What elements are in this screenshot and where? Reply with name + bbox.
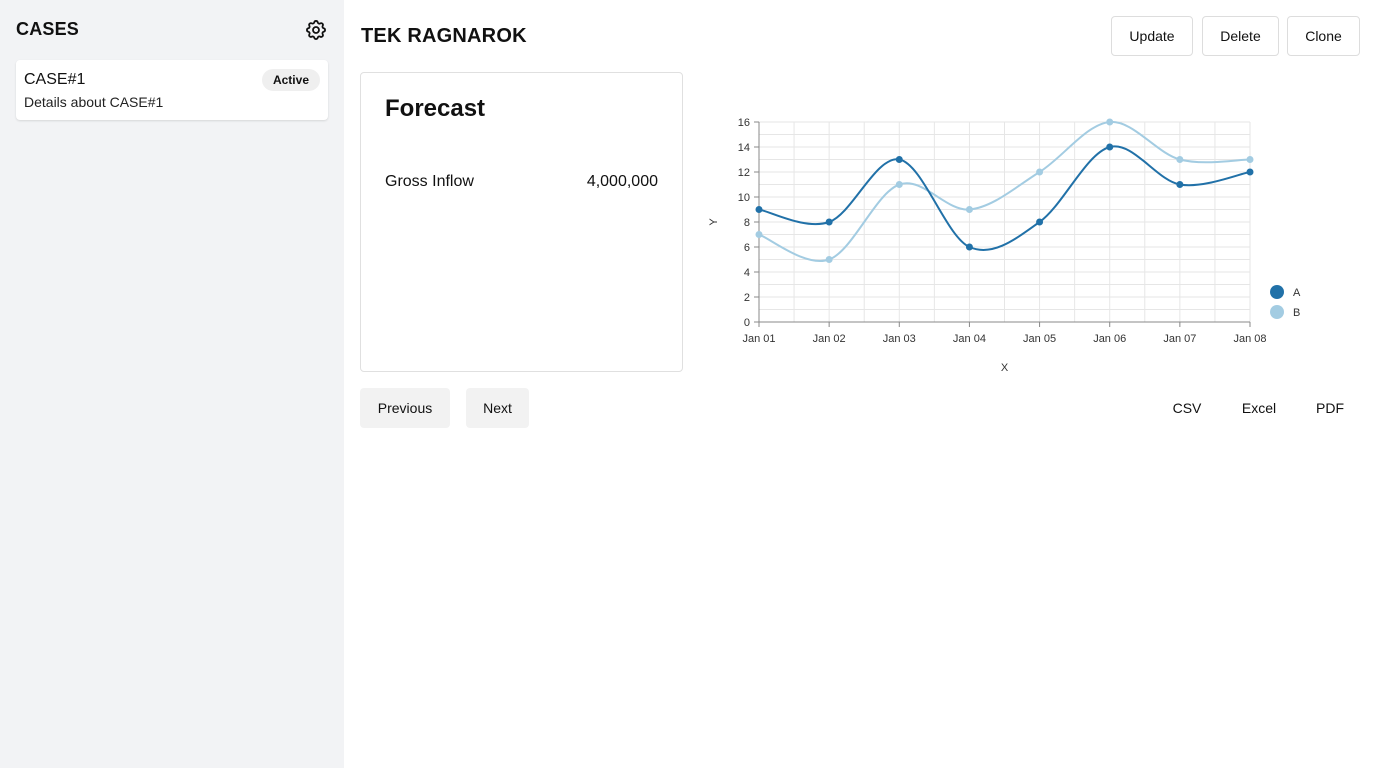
data-point-b [1036,168,1044,176]
data-point-a [1246,168,1254,176]
x-tick-label: Jan 01 [742,333,775,345]
y-tick-label: 4 [744,267,750,279]
case-name: CASE#1 [24,71,86,88]
x-tick-label: Jan 04 [953,333,986,345]
legend-swatch-a [1270,285,1284,299]
data-point-a [895,156,903,163]
data-point-b [755,231,763,238]
y-tick-label: 12 [738,167,750,179]
case-card[interactable]: CASE#1 Active Details about CASE#1 [16,60,328,120]
case-details: Details about CASE#1 [24,94,164,110]
data-point-b [895,181,903,188]
y-tick-label: 2 [744,292,750,304]
x-tick-label: Jan 07 [1163,333,1196,345]
excel-button[interactable]: Excel [1226,388,1292,428]
sidebar: CASES CASE#1 Active Details about CASE#1 [0,0,344,768]
data-point-b [825,256,833,263]
next-button[interactable]: Next [466,388,529,428]
y-tick-label: 8 [744,217,750,229]
data-point-b [1176,156,1184,163]
legend-label-a: A [1293,287,1301,299]
line-chart: 0 2 4 6 8 10 12 14 16 Jan 01 Jan 02 Jan 03 Jan 04 Jan… [700,100,1301,390]
data-point-a [1036,218,1044,226]
gear-icon[interactable] [304,18,328,42]
x-tick-label: Jan 05 [1023,333,1056,345]
x-tick-label: Jan 08 [1233,333,1266,345]
x-tick-label: Jan 06 [1093,333,1126,345]
update-button[interactable]: Update [1111,16,1193,56]
y-tick-label: 0 [744,317,750,329]
data-point-b [1246,156,1254,163]
y-tick-label: 6 [744,242,750,254]
clone-button[interactable]: Clone [1287,16,1360,56]
data-point-a [1176,181,1184,188]
sidebar-title: CASES [16,19,80,39]
pdf-button[interactable]: PDF [1300,388,1360,428]
legend-swatch-b [1270,305,1284,319]
data-point-b [1106,118,1114,126]
previous-button[interactable]: Previous [360,388,450,428]
data-point-a [755,206,763,213]
x-axis-label: X [1001,362,1009,374]
legend-label-b: B [1293,307,1300,319]
y-tick-label: 10 [738,192,750,204]
metric-label: Gross Inflow [385,173,474,190]
x-tick-label: Jan 02 [813,333,846,345]
metric-value: 4,000,000 [586,173,658,190]
forecast-title: Forecast [385,95,486,122]
csv-button[interactable]: CSV [1156,388,1218,428]
y-tick-label: 16 [738,117,750,129]
status-badge: Active [261,69,320,91]
delete-button[interactable]: Delete [1202,16,1279,56]
data-point-a [965,243,973,251]
data-point-a [1106,143,1114,151]
y-tick-label: 14 [738,142,750,154]
data-point-b [965,206,973,213]
data-point-a [825,218,833,226]
y-axis-label: Y [708,218,720,226]
forecast-card: Forecast Gross Inflow 4,000,000 [360,72,683,372]
line-chart-svg: 0 2 4 6 8 10 12 14 16 Jan 01 Jan 02 Jan 03 Jan 04 Jan… [708,117,1301,374]
x-tick-label: Jan 03 [883,333,916,345]
page-title: TEK RAGNAROK [361,25,527,47]
